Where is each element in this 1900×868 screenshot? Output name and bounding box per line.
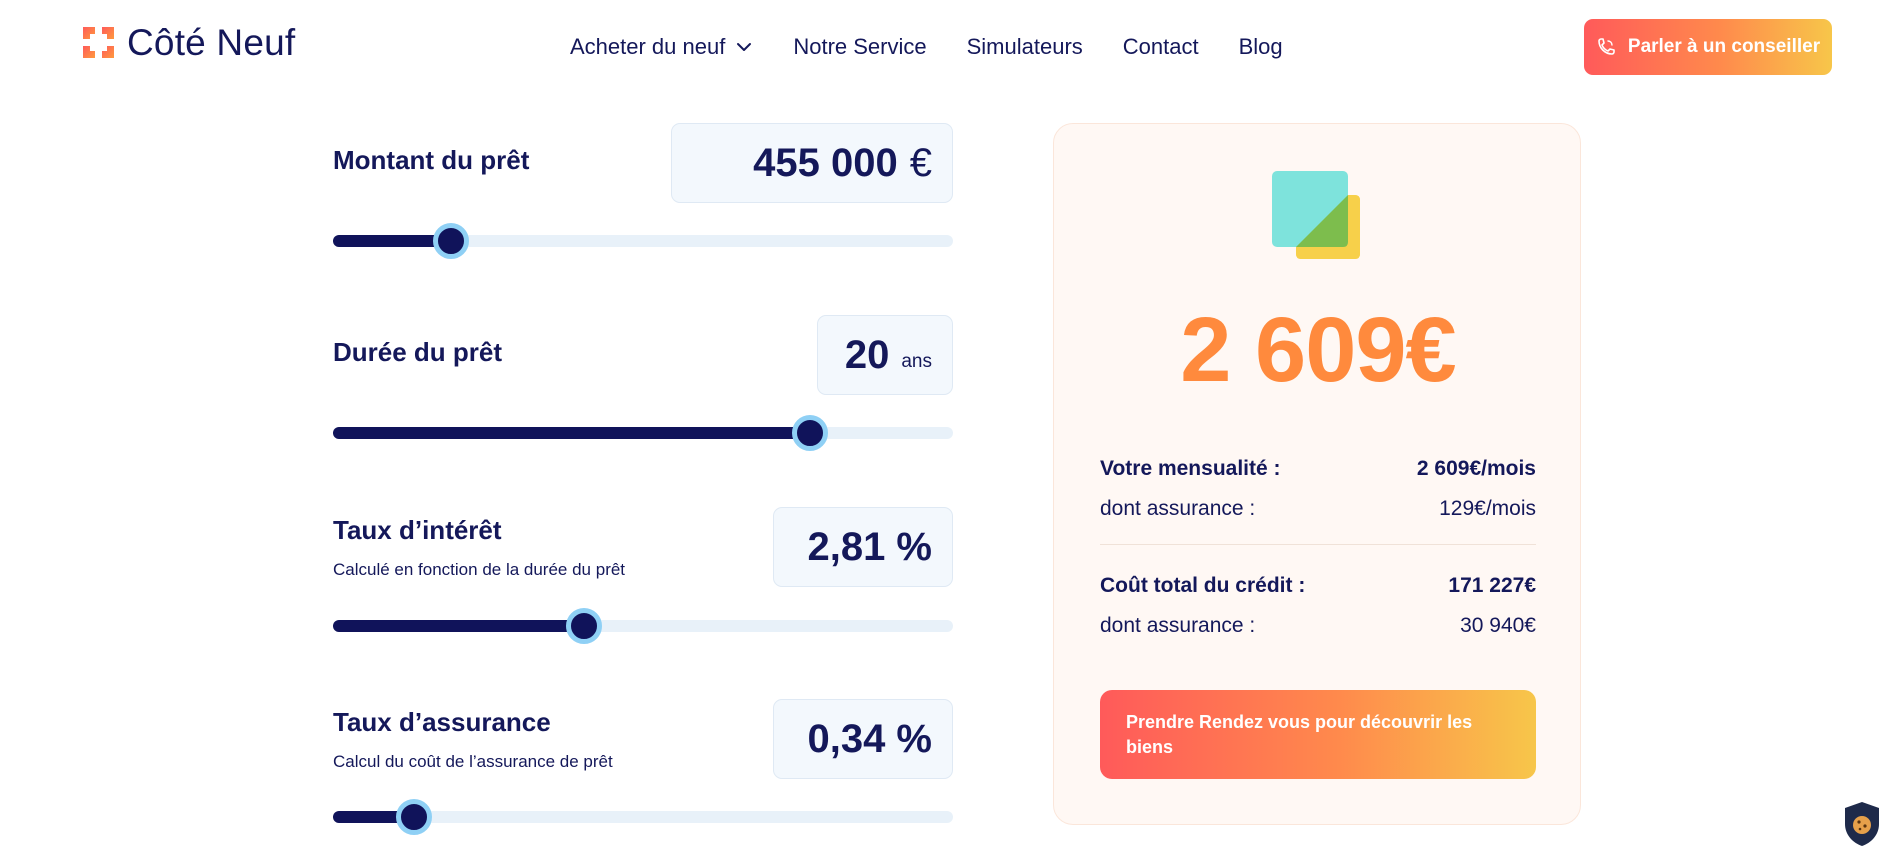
- insurance-rate-input[interactable]: 0,34 %: [773, 699, 953, 779]
- slider-title: Taux d’assurance: [333, 707, 551, 737]
- slider-thumb[interactable]: [792, 415, 828, 451]
- nav-item-acheter-du-neuf[interactable]: Acheter du neuf: [570, 34, 753, 60]
- monthly-payment-row: Votre mensualité : 2 609€/mois: [1100, 457, 1536, 481]
- slider-title: Durée du prêt: [333, 337, 503, 367]
- cookie-shield-icon[interactable]: [1842, 800, 1882, 848]
- slider-thumb[interactable]: [566, 608, 602, 644]
- row-value: 30 940€: [1460, 614, 1536, 637]
- nav-label: Simulateurs: [966, 34, 1083, 59]
- monthly-insurance-row: dont assurance : 129€/mois: [1100, 497, 1536, 521]
- row-label: Coût total du crédit :: [1100, 574, 1306, 597]
- total-cost-row: Coût total du crédit : 171 227€: [1100, 574, 1536, 598]
- slider-track[interactable]: [333, 799, 953, 835]
- nav-item-notre-service[interactable]: Notre Service: [793, 34, 926, 60]
- value: 2,81 %: [807, 524, 932, 569]
- slider-track[interactable]: [333, 608, 953, 644]
- nav-label: Blog: [1238, 34, 1283, 59]
- slider-title: Montant du prêt: [333, 145, 530, 175]
- unit: ans: [901, 351, 932, 372]
- slider-thumb[interactable]: [396, 799, 432, 835]
- logo-mark-icon: [80, 24, 117, 61]
- loan-duration-input[interactable]: 20 ans: [817, 315, 953, 395]
- value: 455 000: [753, 140, 898, 185]
- logo-text: Côté Neuf: [127, 22, 296, 63]
- slider-title: Taux d’intérêt: [333, 515, 502, 545]
- value: 0,34 %: [807, 716, 932, 761]
- logo[interactable]: Côté Neuf: [80, 24, 295, 61]
- phone-icon: [1598, 38, 1615, 55]
- nav-label: Contact: [1122, 34, 1199, 59]
- result-card: 2 609€ Votre mensualité : 2 609€/mois do…: [1053, 123, 1581, 825]
- slider-thumb[interactable]: [433, 223, 469, 259]
- row-label: dont assurance :: [1100, 614, 1256, 637]
- row-value: 2 609€/mois: [1416, 457, 1536, 480]
- unit: €: [909, 140, 932, 185]
- slider-track[interactable]: [333, 415, 953, 451]
- nav-item-simulateurs[interactable]: Simulateurs: [967, 34, 1083, 60]
- nav-label: Acheter du neuf: [570, 34, 726, 59]
- stacked-squares-icon: [1272, 171, 1360, 259]
- slider-fill: [333, 620, 584, 632]
- slider-fill: [333, 427, 810, 439]
- value: 20: [844, 332, 890, 377]
- chevron-down-icon: [737, 43, 752, 51]
- slider-subtitle: Calculé en fonction de la durée du prêt: [333, 560, 626, 579]
- row-value: 171 227€: [1448, 574, 1536, 597]
- site-header: Côté Neuf Acheter du neuf Notre Service …: [0, 0, 1900, 95]
- monthly-payment-amount: 2 609€: [1180, 299, 1456, 401]
- nav-item-blog[interactable]: Blog: [1239, 34, 1283, 60]
- book-appointment-button[interactable]: Prendre Rendez vous pour découvrir les b…: [1100, 690, 1536, 779]
- slider-track[interactable]: [333, 223, 953, 259]
- total-insurance-row: dont assurance : 30 940€: [1100, 614, 1536, 638]
- talk-to-advisor-button[interactable]: Parler à un conseiller: [1584, 19, 1832, 75]
- interest-rate-input[interactable]: 2,81 %: [773, 507, 953, 587]
- nav-label: Notre Service: [793, 34, 927, 59]
- nav-item-contact[interactable]: Contact: [1123, 34, 1199, 60]
- slider-subtitle: Calcul du coût de l’assurance de prêt: [333, 752, 613, 771]
- row-label: Votre mensualité :: [1100, 457, 1281, 480]
- row-label: dont assurance :: [1100, 497, 1256, 520]
- loan-amount-input[interactable]: 455 000 €: [671, 123, 953, 203]
- cta-label: Parler à un conseiller: [1627, 36, 1821, 57]
- row-value: 129€/mois: [1439, 497, 1536, 520]
- main-nav: Acheter du neuf Notre Service Simulateur…: [570, 34, 1283, 60]
- divider: [1100, 544, 1536, 545]
